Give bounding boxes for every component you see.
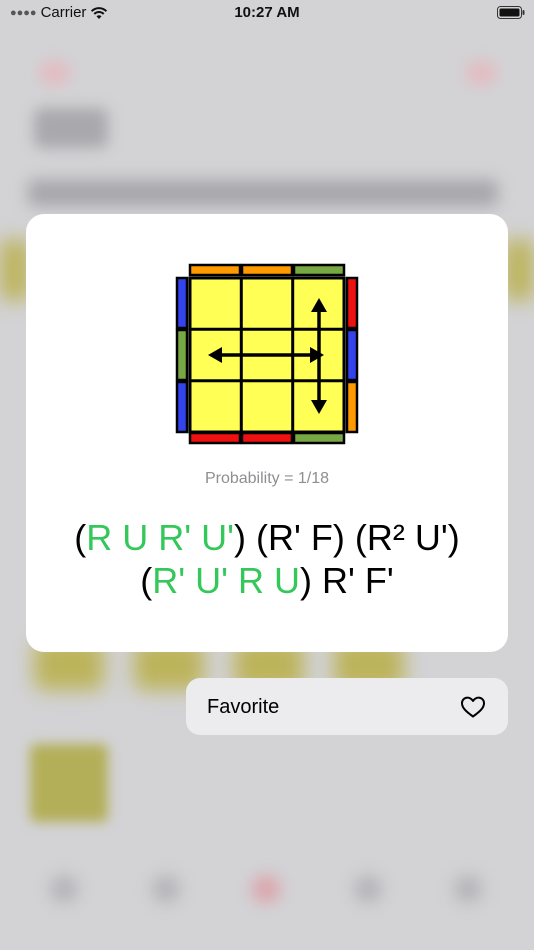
right-sticker [345, 328, 359, 382]
background-tab-icon [50, 875, 78, 903]
right-sticker [345, 276, 359, 330]
bottom-sticker [240, 431, 294, 445]
clock: 10:27 AM [234, 4, 300, 21]
algorithm-preview-card: Probability = 1/18 (R U R' U') (R' F) (R… [26, 214, 508, 652]
background-tab-icon [252, 875, 280, 903]
top-sticker [292, 263, 346, 277]
algorithm-line-1: (R U R' U') (R' F) (R² U') [26, 516, 508, 559]
battery-icon [497, 6, 525, 19]
algorithm-text: (R U R' U') (R' F) (R² U') (R' U' R U) R… [26, 516, 508, 602]
oll-case-diagram [175, 263, 359, 445]
favorite-menu-item[interactable]: Favorite [186, 678, 508, 735]
algorithm-trigger-segment: R' U' R U [152, 560, 300, 601]
top-sticker [188, 263, 242, 277]
right-sticker [345, 380, 359, 434]
background-title [34, 108, 108, 148]
status-bar: ●●●● Carrier 10:27 AM [0, 0, 534, 28]
heart-icon [461, 696, 485, 718]
probability-label: Probability = 1/18 [204, 470, 330, 487]
background-thumbnail [504, 240, 534, 300]
algorithm-segment: ) (R' F) (R² U') [234, 517, 460, 558]
left-sticker [175, 328, 189, 382]
background-nav-button [40, 62, 70, 84]
background-thumbnail [30, 744, 108, 822]
background-subtitle [28, 180, 498, 206]
background-tab-icon [454, 875, 482, 903]
algorithm-segment: ( [74, 517, 87, 558]
algorithm-segment: ( [140, 560, 153, 601]
algorithm-trigger-segment: R U R' U' [86, 517, 235, 558]
background-tab-icon [354, 875, 382, 903]
left-sticker [175, 276, 189, 330]
background-tab-icon [152, 875, 180, 903]
favorite-label: Favorite [207, 696, 280, 718]
bottom-sticker [292, 431, 346, 445]
context-menu: Favorite [186, 678, 508, 735]
algorithm-line-2: (R' U' R U) R' F' [26, 559, 508, 602]
bottom-sticker [188, 431, 242, 445]
algorithm-segment: ) R' F' [300, 560, 394, 601]
top-sticker [240, 263, 294, 277]
background-nav-button [466, 62, 496, 84]
left-sticker [175, 380, 189, 434]
